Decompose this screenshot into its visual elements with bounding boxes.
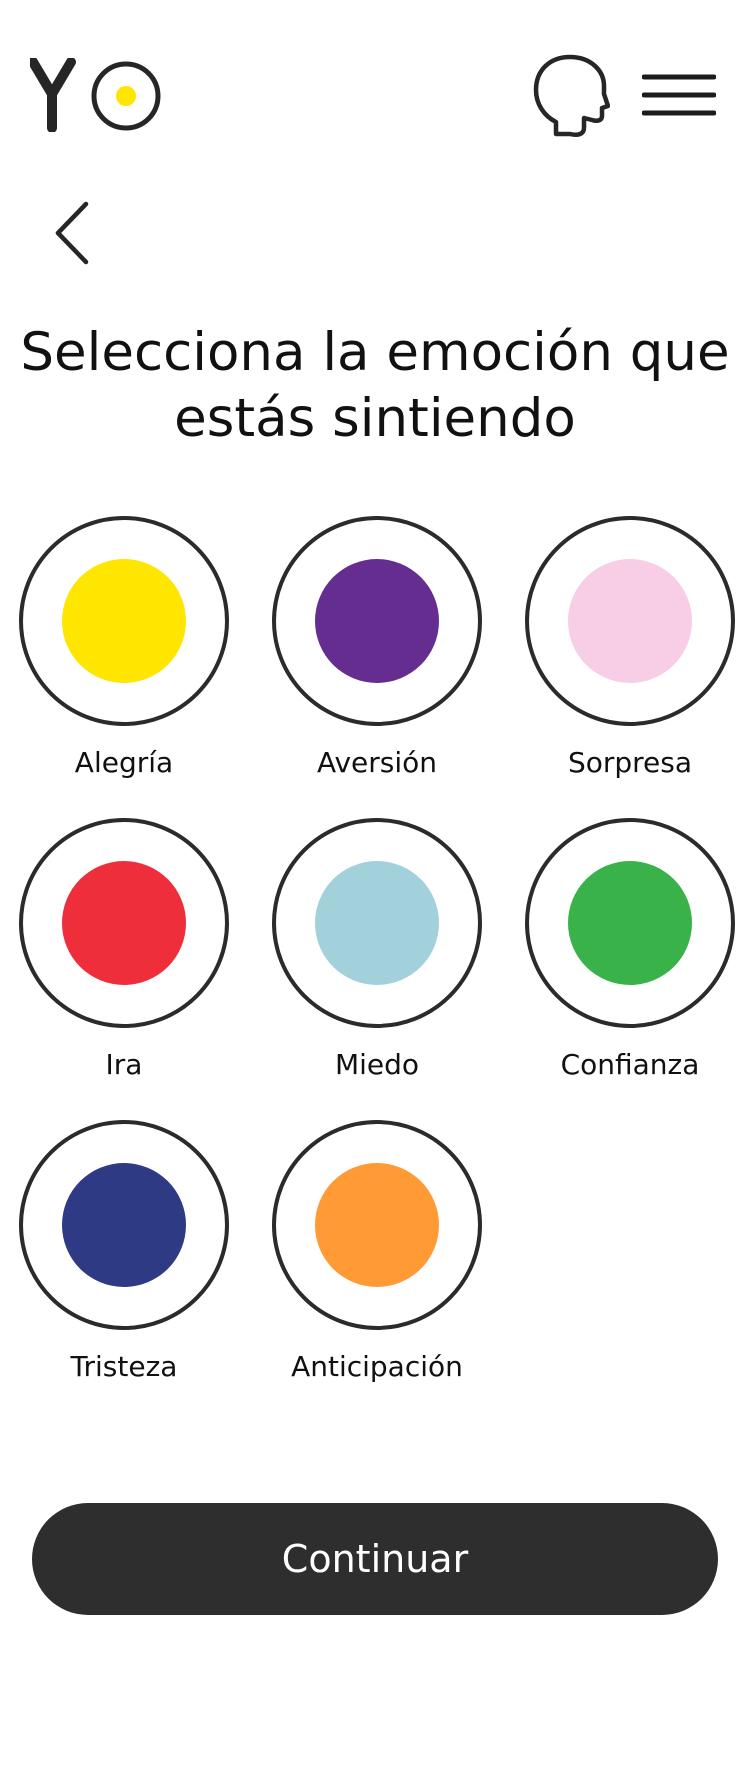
- page-title: Selecciona la emoción que estás sintiend…: [20, 322, 730, 449]
- head-profile-icon[interactable]: [532, 54, 610, 138]
- emotion-option-tristeza[interactable]: Tristeza: [19, 1120, 229, 1388]
- emotion-label: Confianza: [560, 1048, 700, 1081]
- back-chevron-left-icon[interactable]: [44, 196, 104, 270]
- emotion-color-dot: [62, 861, 186, 985]
- emotion-color-dot: [62, 1163, 186, 1287]
- emotion-label: Ira: [105, 1048, 143, 1081]
- emotion-color-dot: [568, 559, 692, 683]
- emotion-option-confianza[interactable]: Confianza: [525, 818, 735, 1086]
- emotion-color-dot: [315, 861, 439, 985]
- emotion-label: Tristeza: [70, 1350, 178, 1383]
- emotion-label: Aversión: [316, 746, 438, 779]
- emotion-ring[interactable]: [19, 1120, 229, 1330]
- emotion-label: Miedo: [334, 1048, 420, 1081]
- emotion-ring[interactable]: [525, 818, 735, 1028]
- emotion-option-aversion[interactable]: Aversión: [272, 516, 482, 784]
- hamburger-menu-icon[interactable]: [642, 70, 716, 120]
- emotion-ring[interactable]: [19, 516, 229, 726]
- emotion-label: Alegría: [74, 746, 174, 779]
- emotion-grid: Alegría Aversión Sorpresa Ira Miedo Conf…: [19, 516, 739, 1388]
- emotion-ring[interactable]: [272, 516, 482, 726]
- emotion-option-anticipacion[interactable]: Anticipación: [272, 1120, 482, 1388]
- emotion-option-ira[interactable]: Ira: [19, 818, 229, 1086]
- emotion-option-sorpresa[interactable]: Sorpresa: [525, 516, 735, 784]
- emotion-label: Sorpresa: [567, 746, 693, 779]
- emotion-option-alegria[interactable]: Alegría: [19, 516, 229, 784]
- emotion-color-dot: [568, 861, 692, 985]
- emotion-ring[interactable]: [272, 1120, 482, 1330]
- emotion-color-dot: [315, 1163, 439, 1287]
- app-header: [0, 0, 750, 180]
- emotion-ring[interactable]: [19, 818, 229, 1028]
- emotion-ring[interactable]: [525, 516, 735, 726]
- emotion-color-dot: [315, 559, 439, 683]
- yo-logo-icon[interactable]: [30, 58, 162, 132]
- continue-button[interactable]: Continuar: [32, 1503, 718, 1615]
- emotion-label: Anticipación: [291, 1350, 463, 1383]
- emotion-option-miedo[interactable]: Miedo: [272, 818, 482, 1086]
- emotion-ring[interactable]: [272, 818, 482, 1028]
- emotion-color-dot: [62, 559, 186, 683]
